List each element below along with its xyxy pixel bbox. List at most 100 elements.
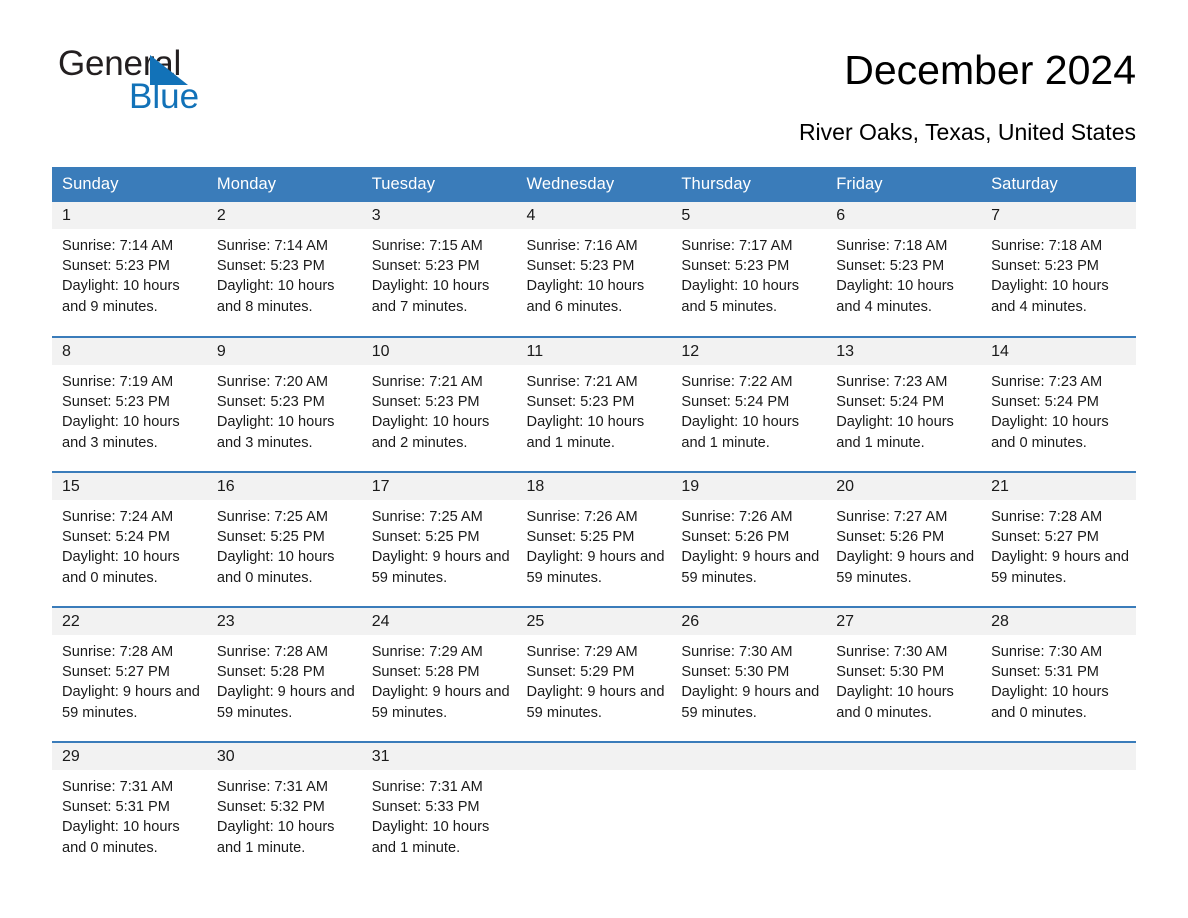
calendar-day-cell[interactable]: 16 Sunrise: 7:25 AM Sunset: 5:25 PM Dayligh… bbox=[206, 471, 362, 607]
calendar-day-cell[interactable]: 30 Sunrise: 7:31 AM Sunset: 5:32 PM Dayligh… bbox=[206, 741, 362, 877]
day-number: 11 bbox=[516, 338, 672, 365]
calendar-day-cell[interactable]: 21 Sunrise: 7:28 AM Sunset: 5:27 PM Dayligh… bbox=[981, 471, 1136, 607]
day-cell-content: 31 Sunrise: 7:31 AM Sunset: 5:33 PM Dayligh… bbox=[361, 743, 517, 877]
calendar-day-cell[interactable]: 29 Sunrise: 7:31 AM Sunset: 5:31 PM Dayligh… bbox=[52, 741, 207, 877]
calendar-day-cell[interactable]: 10 Sunrise: 7:21 AM Sunset: 5:23 PM Dayligh… bbox=[361, 336, 517, 472]
daylight-text: Daylight: 10 hours and 7 minutes. bbox=[371, 278, 490, 315]
calendar-day-cell-empty bbox=[981, 741, 1136, 877]
sunset-text: Sunset: 5:33 PM bbox=[371, 799, 480, 816]
daylight-text: Daylight: 10 hours and 9 minutes. bbox=[62, 278, 180, 315]
sunrise-text: Sunrise: 7:31 AM bbox=[216, 779, 328, 795]
sunset-text: Sunset: 5:23 PM bbox=[62, 258, 170, 275]
sunrise-text: Sunrise: 7:28 AM bbox=[991, 509, 1103, 525]
calendar-day-cell[interactable]: 17 Sunrise: 7:25 AM Sunset: 5:25 PM Dayligh… bbox=[361, 471, 517, 607]
calendar-day-cell[interactable]: 22 Sunrise: 7:28 AM Sunset: 5:27 PM Dayligh… bbox=[52, 606, 207, 742]
sunrise-text: Sunrise: 7:19 AM bbox=[62, 374, 174, 390]
day-details: Sunrise: 7:22 AM Sunset: 5:24 PM Daylight:… bbox=[671, 365, 826, 453]
calendar-day-cell-empty bbox=[516, 741, 672, 877]
day-number: 5 bbox=[671, 202, 827, 229]
calendar-day-cell[interactable]: 1 Sunrise: 7:14 AM Sunset: 5:23 PM Daylight… bbox=[52, 202, 207, 337]
sunset-text: Sunset: 5:23 PM bbox=[216, 394, 325, 411]
sunset-text: Sunset: 5:24 PM bbox=[62, 529, 170, 546]
day-number: 29 bbox=[52, 743, 207, 770]
sunset-text: Sunset: 5:23 PM bbox=[371, 394, 480, 411]
day-details: Sunrise: 7:19 AM Sunset: 5:23 PM Daylight:… bbox=[52, 365, 207, 453]
sunset-text: Sunset: 5:23 PM bbox=[62, 394, 170, 411]
day-details bbox=[826, 770, 981, 777]
sunrise-text: Sunrise: 7:26 AM bbox=[526, 509, 638, 525]
calendar-day-cell[interactable]: 23 Sunrise: 7:28 AM Sunset: 5:28 PM Dayligh… bbox=[206, 606, 362, 742]
day-cell-content: 14 Sunrise: 7:23 AM Sunset: 5:24 PM Dayligh… bbox=[981, 338, 1136, 471]
daylight-text: Daylight: 9 hours and 59 minutes. bbox=[216, 684, 355, 721]
day-number: 20 bbox=[826, 473, 982, 500]
sunset-text: Sunset: 5:24 PM bbox=[681, 394, 790, 411]
calendar-day-cell[interactable]: 11 Sunrise: 7:21 AM Sunset: 5:23 PM Dayligh… bbox=[516, 336, 672, 472]
calendar-day-cell[interactable]: 31 Sunrise: 7:31 AM Sunset: 5:33 PM Dayligh… bbox=[361, 741, 517, 877]
daylight-text: Daylight: 10 hours and 0 minutes. bbox=[62, 549, 180, 586]
sunrise-text: Sunrise: 7:21 AM bbox=[526, 374, 638, 390]
calendar-day-cell[interactable]: 28 Sunrise: 7:30 AM Sunset: 5:31 PM Dayligh… bbox=[981, 606, 1136, 742]
day-cell-content: 5 Sunrise: 7:17 AM Sunset: 5:23 PM Daylight… bbox=[671, 202, 827, 336]
weekday-header-wednesday: Wednesday bbox=[516, 167, 672, 202]
sunset-text: Sunset: 5:30 PM bbox=[836, 664, 945, 681]
sunrise-text: Sunrise: 7:18 AM bbox=[836, 238, 948, 254]
day-cell-content: 13 Sunrise: 7:23 AM Sunset: 5:24 PM Dayligh… bbox=[826, 338, 982, 471]
daylight-text: Daylight: 10 hours and 3 minutes. bbox=[216, 414, 335, 451]
calendar-day-cell[interactable]: 13 Sunrise: 7:23 AM Sunset: 5:24 PM Dayligh… bbox=[826, 336, 982, 472]
calendar-day-cell[interactable]: 8 Sunrise: 7:19 AM Sunset: 5:23 PM Daylight… bbox=[52, 336, 207, 472]
sunrise-text: Sunrise: 7:18 AM bbox=[991, 238, 1103, 254]
day-details: Sunrise: 7:15 AM Sunset: 5:23 PM Daylight:… bbox=[362, 229, 517, 317]
calendar-day-cell[interactable]: 9 Sunrise: 7:20 AM Sunset: 5:23 PM Daylight… bbox=[206, 336, 362, 472]
calendar-day-cell-empty bbox=[826, 741, 982, 877]
calendar-day-cell[interactable]: 3 Sunrise: 7:15 AM Sunset: 5:23 PM Daylight… bbox=[361, 202, 517, 337]
calendar-day-cell[interactable]: 2 Sunrise: 7:14 AM Sunset: 5:23 PM Daylight… bbox=[206, 202, 362, 337]
sunrise-text: Sunrise: 7:30 AM bbox=[681, 644, 793, 660]
calendar-day-cell[interactable]: 24 Sunrise: 7:29 AM Sunset: 5:28 PM Dayligh… bbox=[361, 606, 517, 742]
sunrise-text: Sunrise: 7:23 AM bbox=[836, 374, 948, 390]
calendar-day-cell[interactable]: 25 Sunrise: 7:29 AM Sunset: 5:29 PM Dayligh… bbox=[516, 606, 672, 742]
daylight-text: Daylight: 10 hours and 1 minute. bbox=[526, 414, 645, 451]
day-number bbox=[826, 743, 982, 770]
sunrise-text: Sunrise: 7:23 AM bbox=[991, 374, 1103, 390]
calendar-day-cell[interactable]: 20 Sunrise: 7:27 AM Sunset: 5:26 PM Dayligh… bbox=[826, 471, 982, 607]
sunrise-text: Sunrise: 7:24 AM bbox=[62, 509, 174, 525]
day-cell-content: 30 Sunrise: 7:31 AM Sunset: 5:32 PM Dayligh… bbox=[206, 743, 362, 877]
daylight-text: Daylight: 10 hours and 1 minute. bbox=[836, 414, 954, 451]
day-number: 24 bbox=[361, 608, 517, 635]
day-details: Sunrise: 7:27 AM Sunset: 5:26 PM Daylight:… bbox=[826, 500, 981, 588]
calendar-day-cell[interactable]: 7 Sunrise: 7:18 AM Sunset: 5:23 PM Daylight… bbox=[981, 202, 1136, 337]
day-number: 14 bbox=[981, 338, 1136, 365]
calendar-day-cell[interactable]: 19 Sunrise: 7:26 AM Sunset: 5:26 PM Dayligh… bbox=[671, 471, 827, 607]
day-cell-content: 10 Sunrise: 7:21 AM Sunset: 5:23 PM Dayligh… bbox=[361, 338, 517, 471]
sunset-text: Sunset: 5:23 PM bbox=[836, 258, 945, 275]
sunrise-text: Sunrise: 7:30 AM bbox=[836, 644, 948, 660]
daylight-text: Daylight: 9 hours and 59 minutes. bbox=[526, 684, 665, 721]
calendar-day-cell[interactable]: 12 Sunrise: 7:22 AM Sunset: 5:24 PM Dayligh… bbox=[671, 336, 827, 472]
weekday-header-friday: Friday bbox=[826, 167, 982, 202]
day-cell-content: 20 Sunrise: 7:27 AM Sunset: 5:26 PM Dayligh… bbox=[826, 473, 982, 606]
daylight-text: Daylight: 10 hours and 8 minutes. bbox=[216, 278, 335, 315]
calendar-day-cell[interactable]: 5 Sunrise: 7:17 AM Sunset: 5:23 PM Daylight… bbox=[671, 202, 827, 337]
calendar-day-cell[interactable]: 4 Sunrise: 7:16 AM Sunset: 5:23 PM Daylight… bbox=[516, 202, 672, 337]
calendar-day-cell[interactable]: 18 Sunrise: 7:26 AM Sunset: 5:25 PM Dayligh… bbox=[516, 471, 672, 607]
sunset-text: Sunset: 5:25 PM bbox=[526, 529, 635, 546]
sunset-text: Sunset: 5:23 PM bbox=[991, 258, 1099, 275]
sunrise-text: Sunrise: 7:14 AM bbox=[216, 238, 328, 254]
day-number: 10 bbox=[361, 338, 517, 365]
day-number: 9 bbox=[206, 338, 362, 365]
sunset-text: Sunset: 5:24 PM bbox=[836, 394, 945, 411]
calendar-day-cell-empty bbox=[671, 741, 827, 877]
day-cell-content bbox=[826, 743, 982, 877]
calendar-day-cell[interactable]: 15 Sunrise: 7:24 AM Sunset: 5:24 PM Dayligh… bbox=[52, 471, 207, 607]
calendar-day-cell[interactable]: 27 Sunrise: 7:30 AM Sunset: 5:30 PM Dayligh… bbox=[826, 606, 982, 742]
calendar-day-cell[interactable]: 26 Sunrise: 7:30 AM Sunset: 5:30 PM Dayligh… bbox=[671, 606, 827, 742]
sunset-text: Sunset: 5:28 PM bbox=[216, 664, 325, 681]
daylight-text: Daylight: 9 hours and 59 minutes. bbox=[991, 549, 1129, 586]
day-details: Sunrise: 7:24 AM Sunset: 5:24 PM Daylight:… bbox=[52, 500, 207, 588]
calendar-week-row: 22 Sunrise: 7:28 AM Sunset: 5:27 PM Dayligh… bbox=[52, 606, 1136, 742]
calendar-day-cell[interactable]: 6 Sunrise: 7:18 AM Sunset: 5:23 PM Daylight… bbox=[826, 202, 982, 337]
day-number: 23 bbox=[206, 608, 362, 635]
sunset-text: Sunset: 5:25 PM bbox=[371, 529, 480, 546]
sunrise-text: Sunrise: 7:26 AM bbox=[681, 509, 793, 525]
calendar-day-cell[interactable]: 14 Sunrise: 7:23 AM Sunset: 5:24 PM Dayligh… bbox=[981, 336, 1136, 472]
